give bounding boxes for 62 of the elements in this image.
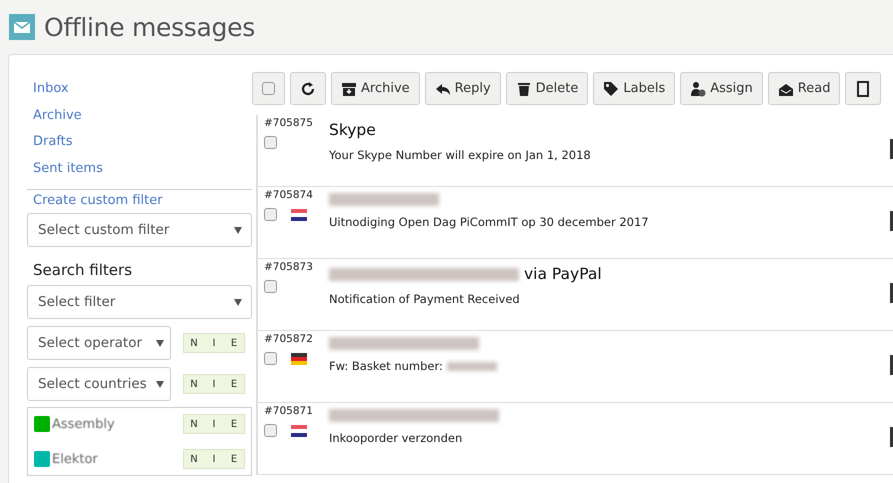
section-heading: Search filters (33, 261, 134, 279)
checkbox[interactable] (264, 424, 277, 437)
caret-icon (156, 380, 164, 388)
nie-toggle[interactable]: N I E (183, 374, 245, 394)
filter-select[interactable]: Select filter (27, 285, 252, 319)
message-id: #705875 (264, 117, 314, 129)
refresh-button[interactable] (290, 72, 326, 105)
edge-marker (890, 139, 893, 159)
message-subject: Inkooporder verzonden (329, 431, 462, 445)
edge-marker (890, 211, 893, 231)
caret-icon (234, 298, 242, 306)
create-filter-link[interactable]: Create custom filter (27, 193, 252, 208)
envelope-icon (9, 14, 35, 40)
checkbox[interactable] (264, 280, 277, 293)
message-id: #705874 (264, 189, 314, 201)
nie-toggle[interactable]: N I E (183, 449, 245, 469)
envelope-tray-button[interactable]: Read (768, 72, 840, 105)
flag-icon (291, 352, 307, 364)
edge-marker (890, 427, 893, 447)
select-all-button[interactable] (252, 72, 285, 105)
folder-link[interactable]: Inbox (27, 79, 252, 106)
edge-marker (890, 355, 893, 375)
sender-name: via PayPal (524, 265, 602, 283)
flag-icon (291, 208, 307, 220)
person-plus-button[interactable]: Assign (680, 72, 763, 105)
checkbox[interactable] (262, 82, 275, 95)
message-id: #705873 (264, 261, 314, 273)
reply-button[interactable]: Reply (424, 72, 501, 105)
message-subject: Your Skype Number will expire on Jan 1, 2018 (329, 148, 591, 162)
trash-button[interactable]: Delete (506, 72, 588, 105)
message-subject: Fw: Basket number: (329, 359, 443, 373)
message-subject: Notification of Payment Received (329, 292, 520, 306)
archive-box-icon (341, 80, 357, 96)
sender-name: Skype (329, 121, 376, 139)
tag-button[interactable]: Labels (593, 72, 676, 105)
message-subject: Uitnodiging Open Dag PiCommIT op 30 december 2017 (329, 215, 649, 229)
document-button[interactable] (845, 72, 882, 105)
document-icon (855, 80, 872, 96)
checkbox[interactable] (264, 352, 277, 365)
archive-box-button[interactable]: Archive (331, 72, 420, 105)
redacted-text (446, 362, 497, 370)
trash-icon (516, 80, 532, 96)
checkbox[interactable] (264, 208, 277, 221)
caret-icon (234, 226, 242, 234)
refresh-icon (300, 80, 316, 96)
folder-link[interactable]: Archive (27, 106, 252, 132)
tag-icon (603, 80, 620, 96)
nie-toggle[interactable]: N I E (183, 333, 245, 353)
folder-link[interactable]: Sent items (27, 158, 252, 185)
person-plus-icon (690, 80, 706, 96)
checkbox[interactable] (264, 136, 277, 149)
nie-toggle[interactable]: N I E (183, 414, 245, 434)
edge-marker (890, 283, 893, 303)
message-id: #705871 (264, 405, 314, 417)
page-title: Offline messages (44, 12, 255, 42)
custom-filter-select[interactable]: Select custom filter (27, 213, 252, 247)
flag-icon (291, 424, 307, 436)
message-id: #705872 (264, 333, 314, 345)
caret-icon (156, 340, 164, 346)
countries-select[interactable]: Select countries (27, 367, 171, 401)
operator-select[interactable]: Select operator (27, 326, 171, 360)
folder-link[interactable]: Drafts (27, 132, 252, 158)
